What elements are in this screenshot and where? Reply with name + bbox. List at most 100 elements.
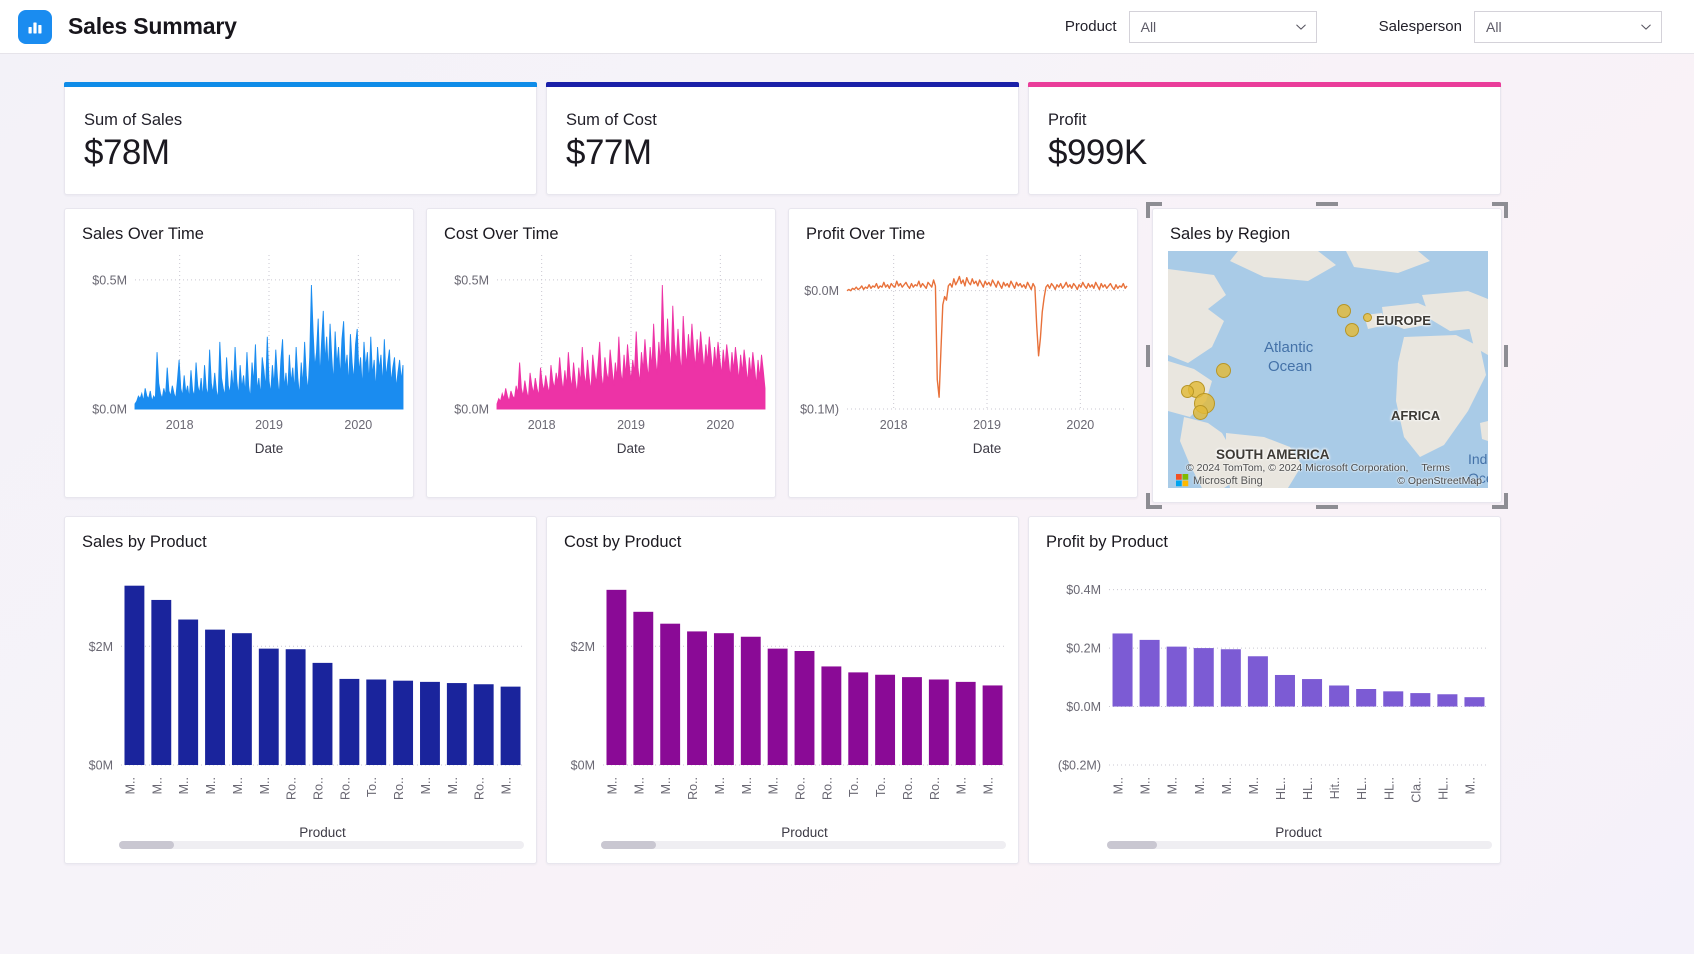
bar[interactable] xyxy=(928,679,949,766)
kpi-value: $78M xyxy=(84,133,170,172)
x-axis-title: Date xyxy=(973,441,1002,456)
resize-handle-left[interactable] xyxy=(1146,344,1150,367)
resize-handle-bottom[interactable] xyxy=(1316,505,1338,509)
bar[interactable] xyxy=(366,679,387,766)
map-visual-sales-by-region[interactable]: Sales by Region Atlantic Ocean EUROPE AF… xyxy=(1146,202,1508,509)
y-tick-label: $2M xyxy=(571,640,595,654)
x-tick-label: 2019 xyxy=(973,418,1001,432)
bar[interactable] xyxy=(1112,633,1133,707)
x-axis-title: Date xyxy=(617,441,646,456)
map-bubble[interactable] xyxy=(1193,405,1208,420)
chart-title: Cost Over Time xyxy=(444,225,559,243)
sales-over-time-plot[interactable]: $0.5M $0.0M 2018 2019 2020 Date xyxy=(65,249,415,499)
bar[interactable] xyxy=(1356,689,1377,707)
chart-card-sales-by-product[interactable]: Sales by Product $2M $0M M.. M.. M.. M.. M.. M.… xyxy=(64,516,537,864)
x-tick-label: Ro.. xyxy=(285,777,299,800)
bar[interactable] xyxy=(875,674,896,765)
kpi-card-sum-of-cost[interactable]: Sum of Cost $77M xyxy=(546,82,1019,195)
map-bubble[interactable] xyxy=(1363,313,1372,322)
microsoft-icon xyxy=(1176,474,1189,487)
bar[interactable] xyxy=(1274,674,1295,707)
bar[interactable] xyxy=(1302,679,1323,707)
bar[interactable] xyxy=(258,648,279,765)
bar[interactable] xyxy=(285,649,306,765)
bar[interactable] xyxy=(1464,697,1485,707)
bar[interactable] xyxy=(1166,646,1187,707)
horizontal-scrollbar[interactable] xyxy=(601,841,1006,849)
bar[interactable] xyxy=(821,666,842,765)
horizontal-scrollbar[interactable] xyxy=(1107,841,1492,849)
map-bubble[interactable] xyxy=(1337,304,1351,318)
resize-handle-bottom-left[interactable] xyxy=(1146,493,1150,509)
bar[interactable] xyxy=(606,589,627,765)
bar[interactable] xyxy=(633,611,654,765)
bar[interactable] xyxy=(231,633,252,765)
cost-by-product-plot[interactable]: $2M $0M M.. M.. M.. Ro.. M.. M.. M.. Ro.. Ro.. To..… xyxy=(547,557,1020,865)
bar[interactable] xyxy=(1437,694,1458,707)
bar[interactable] xyxy=(1410,693,1431,707)
map-bubble[interactable] xyxy=(1216,363,1231,378)
bar[interactable] xyxy=(740,636,761,765)
chart-card-profit-over-time[interactable]: Profit Over Time $0.0M $0.1M) 2018 2019 2020… xyxy=(788,208,1138,498)
bar[interactable] xyxy=(1220,649,1241,707)
map-continent-label: EUROPE xyxy=(1376,313,1431,328)
chevron-down-icon xyxy=(1295,24,1306,30)
y-tick-label: $0.0M xyxy=(1066,700,1101,714)
bar[interactable] xyxy=(151,599,172,765)
bar[interactable] xyxy=(420,681,440,765)
resize-handle-top[interactable] xyxy=(1316,202,1338,206)
bar[interactable] xyxy=(1383,691,1404,707)
x-tick-label: M.. xyxy=(605,777,619,794)
map-bubble[interactable] xyxy=(1181,385,1194,398)
profit-by-product-plot[interactable]: $0.4M $0.2M $0.0M ($0.2M) M.. M.. M.. M.. M.. M..… xyxy=(1029,557,1502,865)
bar[interactable] xyxy=(767,648,788,765)
bing-logo: Microsoft Bing xyxy=(1176,474,1263,487)
bar[interactable] xyxy=(794,651,815,765)
bar[interactable] xyxy=(205,629,225,765)
bar[interactable] xyxy=(178,619,199,765)
bar[interactable] xyxy=(393,680,414,765)
scrollbar-thumb[interactable] xyxy=(119,841,174,849)
bar[interactable] xyxy=(1329,685,1350,707)
bar[interactable] xyxy=(339,678,360,765)
bar[interactable] xyxy=(713,633,734,765)
map-terms-link[interactable]: Terms xyxy=(1421,462,1450,474)
osm-attribution[interactable]: © OpenStreetMap xyxy=(1397,475,1482,487)
chart-card-sales-over-time[interactable]: Sales Over Time $0.5M $0.0M 2018 2019 2020 Da… xyxy=(64,208,414,498)
bar[interactable] xyxy=(1193,648,1214,707)
chart-card-profit-by-product[interactable]: Profit by Product $0.4M $0.2M $0.0M ($0.2M)… xyxy=(1028,516,1501,864)
resize-handle-top-left[interactable] xyxy=(1146,202,1150,218)
cost-over-time-plot[interactable]: $0.5M $0.0M 2018 2019 2020 Date xyxy=(427,249,777,499)
map-bubble[interactable] xyxy=(1345,323,1359,337)
bar[interactable] xyxy=(687,631,707,765)
bar[interactable] xyxy=(902,677,922,766)
bar[interactable] xyxy=(500,686,521,766)
bar[interactable] xyxy=(955,681,976,765)
app-header: Sales Summary Product All Salesperson Al… xyxy=(0,0,1694,54)
resize-handle-right[interactable] xyxy=(1504,344,1508,367)
scrollbar-thumb[interactable] xyxy=(1107,841,1157,849)
profit-over-time-plot[interactable]: $0.0M $0.1M) 2018 2019 2020 Date xyxy=(789,249,1139,499)
bar[interactable] xyxy=(312,662,333,766)
horizontal-scrollbar[interactable] xyxy=(119,841,524,849)
salesperson-dropdown[interactable]: All xyxy=(1474,10,1662,43)
map-canvas[interactable]: Atlantic Ocean EUROPE AFRICA SOUTH AMERI… xyxy=(1168,251,1488,488)
bar[interactable] xyxy=(660,623,681,765)
bar[interactable] xyxy=(982,685,1003,765)
bar[interactable] xyxy=(473,684,494,765)
kpi-card-sum-of-sales[interactable]: Sum of Sales $78M xyxy=(64,82,537,195)
chart-card-cost-by-product[interactable]: Cost by Product $2M $0M M.. M.. M.. Ro.. M.. M.… xyxy=(546,516,1019,864)
bar[interactable] xyxy=(124,585,145,765)
resize-handle-top-right[interactable] xyxy=(1504,202,1508,218)
product-dropdown[interactable]: All xyxy=(1128,10,1317,43)
kpi-card-profit[interactable]: Profit $999K xyxy=(1028,82,1501,195)
bar[interactable] xyxy=(1139,639,1160,707)
bar[interactable] xyxy=(848,672,869,766)
chart-card-cost-over-time[interactable]: Cost Over Time $0.5M $0.0M 2018 2019 2020 Dat… xyxy=(426,208,776,498)
sales-by-product-plot[interactable]: $2M $0M M.. M.. M.. M.. M.. M.. Ro.. Ro.. Ro.. To..… xyxy=(65,557,538,865)
resize-handle-bottom-right[interactable] xyxy=(1504,493,1508,509)
scrollbar-thumb[interactable] xyxy=(601,841,656,849)
bar[interactable] xyxy=(1247,656,1268,707)
x-tick-label: M.. xyxy=(1247,777,1261,794)
bar[interactable] xyxy=(446,683,467,765)
